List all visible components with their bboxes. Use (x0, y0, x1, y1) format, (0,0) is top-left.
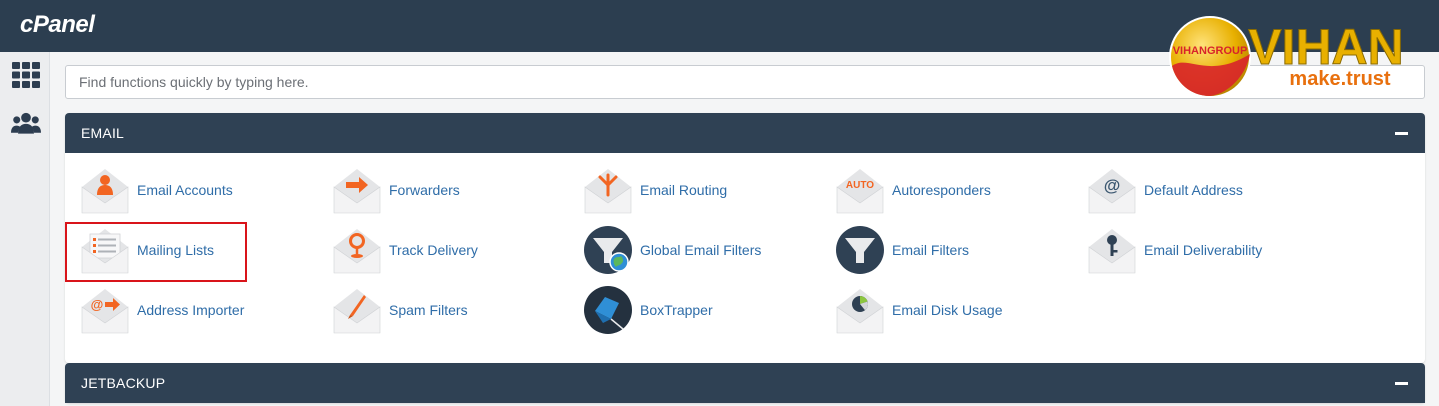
email-filters-link[interactable]: Email Filters (835, 225, 1075, 275)
boxtrapper-label: BoxTrapper (640, 302, 713, 318)
email-deliverability-link[interactable]: Email Deliverability (1087, 225, 1327, 275)
email-grid: Email Accounts Forwarders Email Routing … (65, 153, 1425, 363)
collapse-icon[interactable] (1395, 126, 1409, 140)
email-deliverability-icon (1087, 225, 1137, 275)
svg-text:VIHAN: VIHAN (1248, 19, 1404, 75)
default-address-link[interactable]: @ Default Address (1087, 165, 1327, 215)
global-email-filters-icon (583, 225, 633, 275)
autoresponders-label: Autoresponders (892, 182, 991, 198)
email-section-title: EMAIL (81, 125, 125, 141)
jetbackup-section-title: JETBACKUP (81, 375, 166, 391)
jetbackup-section: JETBACKUP (65, 363, 1425, 403)
forwarders-link[interactable]: Forwarders (332, 165, 572, 215)
address-importer-icon: @ (80, 285, 130, 335)
global-email-filters-link[interactable]: Global Email Filters (583, 225, 823, 275)
vihan-logo: VIHANGROUP VIHAN make.trust (1168, 14, 1430, 100)
grid-icon[interactable] (11, 60, 41, 90)
email-section: EMAIL Email Accounts Forwarders Email Ro… (65, 113, 1425, 363)
track-delivery-icon (332, 225, 382, 275)
email-routing-label: Email Routing (640, 182, 728, 198)
email-disk-usage-label: Email Disk Usage (892, 302, 1003, 318)
svg-text:@: @ (1104, 176, 1121, 195)
default-address-icon: @ (1087, 165, 1137, 215)
email-filters-icon (835, 225, 885, 275)
users-icon[interactable] (11, 108, 41, 138)
svg-text:VIHANGROUP: VIHANGROUP (1173, 45, 1248, 57)
email-routing-icon (583, 165, 633, 215)
autoresponders-icon: AUTO (835, 165, 885, 215)
spam-filters-link[interactable]: Spam Filters (332, 285, 572, 335)
email-disk-usage-icon (835, 285, 885, 335)
email-accounts-link[interactable]: Email Accounts (80, 165, 320, 215)
autoresponders-link[interactable]: AUTO Autoresponders (835, 165, 1075, 215)
address-importer-link[interactable]: @ Address Importer (80, 285, 320, 335)
track-delivery-link[interactable]: Track Delivery (332, 225, 572, 275)
svg-text:@: @ (91, 297, 104, 312)
global-email-filters-label: Global Email Filters (640, 242, 762, 258)
spam-filters-icon (332, 285, 382, 335)
main-content: EMAIL Email Accounts (50, 52, 1439, 406)
jetbackup-section-header[interactable]: JETBACKUP (65, 363, 1425, 403)
collapse-icon[interactable] (1395, 376, 1409, 390)
mailing-lists-highlight-box (65, 222, 247, 282)
sidebar (0, 52, 50, 406)
forwarders-label: Forwarders (389, 182, 460, 198)
email-deliverability-label: Email Deliverability (1144, 242, 1263, 258)
boxtrapper-icon (583, 285, 633, 335)
boxtrapper-link[interactable]: BoxTrapper (583, 285, 823, 335)
svg-text:make.trust: make.trust (1289, 68, 1390, 90)
email-section-header[interactable]: EMAIL (65, 113, 1425, 153)
forwarders-icon (332, 165, 382, 215)
default-address-label: Default Address (1144, 182, 1243, 198)
email-filters-label: Email Filters (892, 242, 970, 258)
spam-filters-label: Spam Filters (389, 302, 468, 318)
cpanel-logo[interactable]: cPanel (20, 11, 95, 39)
email-routing-link[interactable]: Email Routing (583, 165, 823, 215)
track-delivery-label: Track Delivery (389, 242, 478, 258)
address-importer-label: Address Importer (137, 302, 245, 318)
svg-text:AUTO: AUTO (846, 180, 874, 191)
email-accounts-label: Email Accounts (137, 182, 233, 198)
email-disk-usage-link[interactable]: Email Disk Usage (835, 285, 1075, 335)
email-accounts-icon (80, 165, 130, 215)
